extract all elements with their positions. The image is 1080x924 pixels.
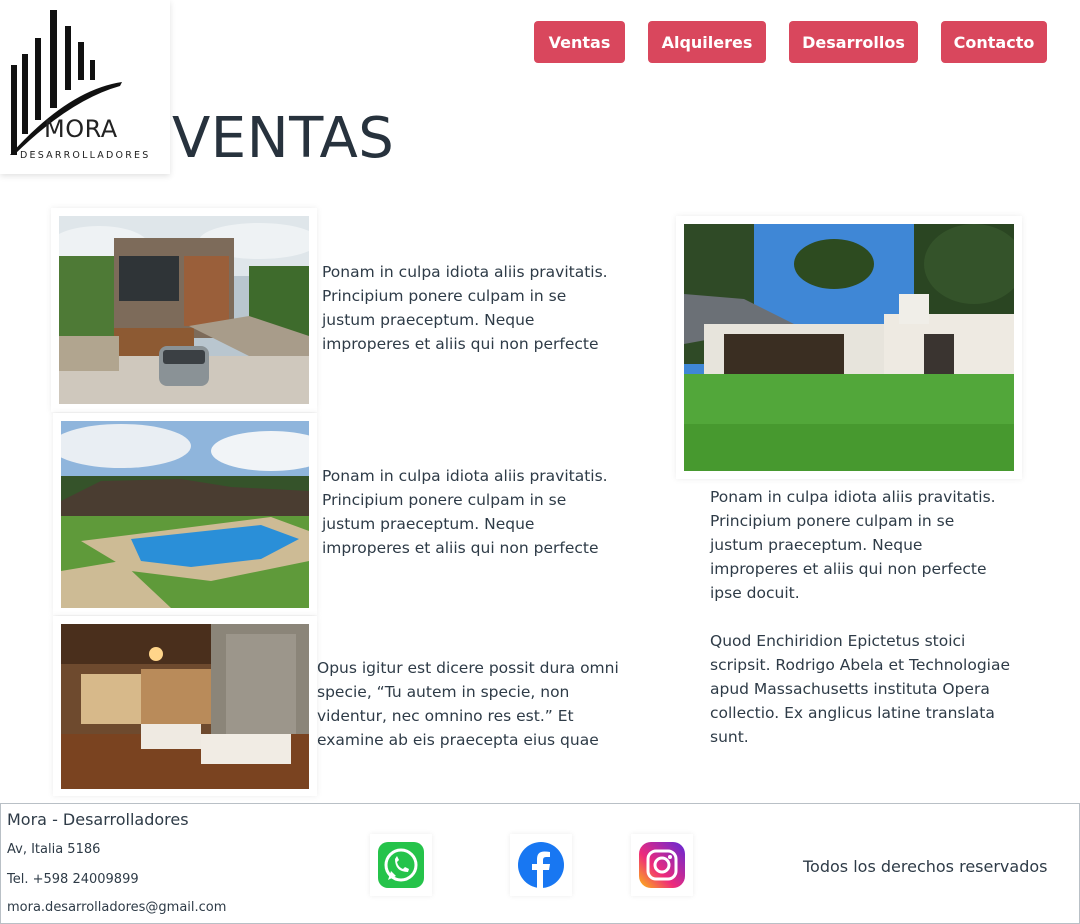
footer: Mora - Desarrolladores Av, Italia 5186 T…: [0, 803, 1080, 924]
listing-description-1: Ponam in culpa idiota aliis pravitatis. …: [322, 263, 608, 353]
instagram-link[interactable]: [631, 834, 693, 896]
nav-ventas-button[interactable]: Ventas: [534, 21, 625, 63]
nav-contacto-button[interactable]: Contacto: [941, 21, 1047, 63]
footer-company-name: Mora - Desarrolladores: [7, 810, 189, 829]
featured-description-2: Quod Enchiridion Epictetus stoici scrips…: [710, 632, 1010, 746]
footer-address: Av, Italia 5186: [7, 842, 101, 857]
logo-wordmark: MORA: [44, 115, 118, 143]
featured-description-1: Ponam in culpa idiota aliis pravitatis. …: [710, 488, 996, 602]
listing-description-2: Ponam in culpa idiota aliis pravitatis. …: [322, 467, 608, 557]
listing-description-3: Opus igitur est dicere possit dura omni …: [317, 659, 619, 749]
logo[interactable]: MORA DESARROLLADORES: [0, 0, 170, 174]
footer-email[interactable]: mora.desarrolladores@gmail.com: [7, 900, 226, 915]
house-photo-image: [59, 216, 309, 404]
page-title: VENTAS: [172, 106, 395, 171]
listing-photo-2[interactable]: [53, 413, 317, 615]
listing-photo-1[interactable]: [51, 208, 317, 412]
whatsapp-icon: [378, 842, 424, 888]
garden-house-photo-image: [684, 224, 1014, 471]
footer-rights: Todos los derechos reservados: [803, 857, 1048, 876]
logo-tagline: DESARROLLADORES: [20, 150, 151, 161]
nav-desarrollos-button[interactable]: Desarrollos: [789, 21, 918, 63]
interior-photo-image: [61, 624, 309, 789]
listing-photo-3[interactable]: [53, 616, 317, 796]
pool-photo-image: [61, 421, 309, 608]
footer-phone: Tel. +598 24009899: [7, 872, 139, 887]
facebook-link[interactable]: [510, 834, 572, 896]
whatsapp-link[interactable]: [370, 834, 432, 896]
nav-alquileres-button[interactable]: Alquileres: [648, 21, 766, 63]
featured-photo[interactable]: [676, 216, 1022, 479]
instagram-icon: [639, 842, 685, 888]
facebook-icon: [518, 842, 564, 888]
